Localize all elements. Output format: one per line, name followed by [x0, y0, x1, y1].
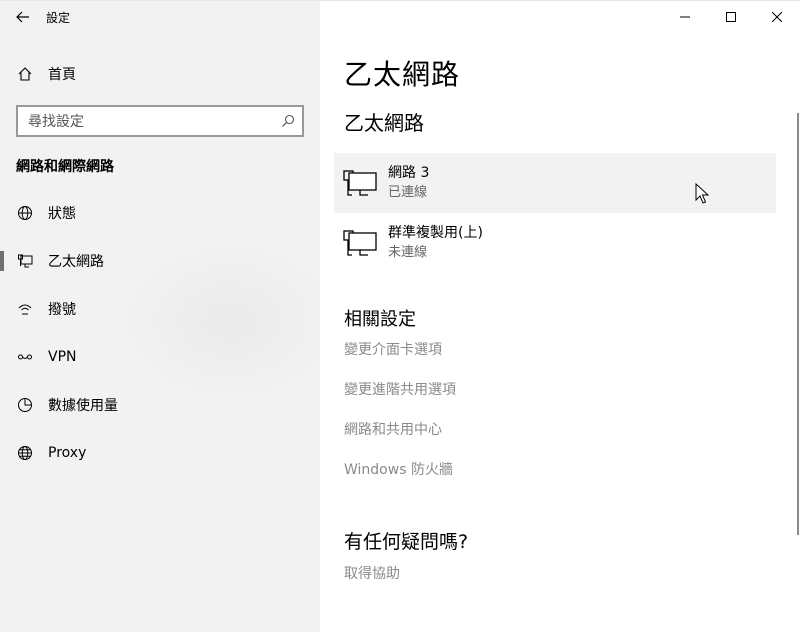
- close-button[interactable]: [754, 1, 800, 33]
- minimize-button[interactable]: [662, 1, 708, 33]
- section-subtitle: 乙太網路: [344, 111, 424, 135]
- scrollbar[interactable]: [797, 113, 799, 535]
- sidebar: 設定 首頁 尋找設定 網路和網際網路 狀態 乙太網路 撥號 VPN 數據使用量 …: [0, 1, 340, 632]
- question-title: 有任何疑問嗎?: [344, 531, 469, 553]
- network-name: 網路 3: [388, 165, 430, 181]
- home-icon: [2, 66, 48, 82]
- sidebar-item-proxy[interactable]: Proxy: [0, 429, 320, 477]
- ethernet-adapter-icon: [334, 168, 388, 198]
- network-name: 群準複製用(上): [388, 225, 483, 241]
- window-controls: [662, 1, 800, 33]
- content-pane: 乙太網路 乙太網路 網路 3 已連線 群準複製用(上) 未連線 相關設定 變更介…: [320, 1, 800, 632]
- sidebar-item-dialup[interactable]: 撥號: [0, 285, 320, 333]
- home-label: 首頁: [48, 67, 76, 83]
- network-status: 已連線: [388, 185, 428, 200]
- sidebar-item-label: VPN: [48, 349, 77, 365]
- sidebar-item-status[interactable]: 狀態: [0, 189, 320, 237]
- ethernet-adapter-icon: [334, 228, 388, 258]
- search-icon[interactable]: [274, 114, 302, 128]
- globe-status-icon: [2, 205, 48, 221]
- sidebar-item-label: 數據使用量: [48, 398, 118, 414]
- search-box[interactable]: 尋找設定: [16, 105, 304, 137]
- settings-window: 設定 首頁 尋找設定 網路和網際網路 狀態 乙太網路 撥號 VPN 數據使用量 …: [0, 0, 800, 632]
- sidebar-item-data-usage[interactable]: 數據使用量: [0, 381, 320, 429]
- sidebar-item-label: Proxy: [48, 445, 87, 461]
- maximize-icon: [726, 12, 736, 22]
- vpn-icon: [2, 349, 48, 365]
- globe-icon: [2, 445, 48, 461]
- network-item[interactable]: 群準複製用(上) 未連線: [334, 213, 776, 273]
- windows-firewall-link[interactable]: Windows 防火牆: [344, 459, 453, 479]
- related-settings-title: 相關設定: [344, 309, 416, 330]
- network-item[interactable]: 網路 3 已連線: [334, 153, 776, 213]
- close-icon: [772, 12, 782, 22]
- mouse-cursor-icon: [695, 182, 710, 209]
- title-bar: 設定: [0, 1, 320, 33]
- page-title: 乙太網路: [344, 58, 461, 91]
- sidebar-item-ethernet[interactable]: 乙太網路: [0, 237, 320, 285]
- home-nav-item[interactable]: 首頁: [0, 57, 320, 91]
- change-adapter-options-link[interactable]: 變更介面卡選項: [344, 339, 442, 359]
- network-status: 未連線: [388, 245, 428, 260]
- get-help-link[interactable]: 取得協助: [344, 563, 400, 583]
- app-title: 設定: [46, 10, 71, 25]
- network-sharing-center-link[interactable]: 網路和共用中心: [344, 419, 442, 439]
- maximize-button[interactable]: [708, 1, 754, 33]
- ethernet-icon: [2, 253, 48, 269]
- dialup-icon: [2, 301, 48, 317]
- sidebar-item-label: 撥號: [48, 302, 76, 318]
- sidebar-item-vpn[interactable]: VPN: [0, 333, 320, 381]
- sidebar-item-label: 乙太網路: [48, 254, 104, 270]
- back-arrow-icon: [16, 11, 29, 23]
- sidebar-item-label: 狀態: [48, 206, 76, 222]
- advanced-sharing-options-link[interactable]: 變更進階共用選項: [344, 379, 456, 399]
- search-input[interactable]: 尋找設定: [18, 111, 274, 131]
- minimize-icon: [680, 16, 690, 18]
- back-button[interactable]: [0, 1, 46, 33]
- section-title: 網路和網際網路: [16, 159, 114, 175]
- nav-list: 狀態 乙太網路 撥號 VPN 數據使用量 Proxy: [0, 189, 320, 477]
- data-usage-icon: [2, 397, 48, 413]
